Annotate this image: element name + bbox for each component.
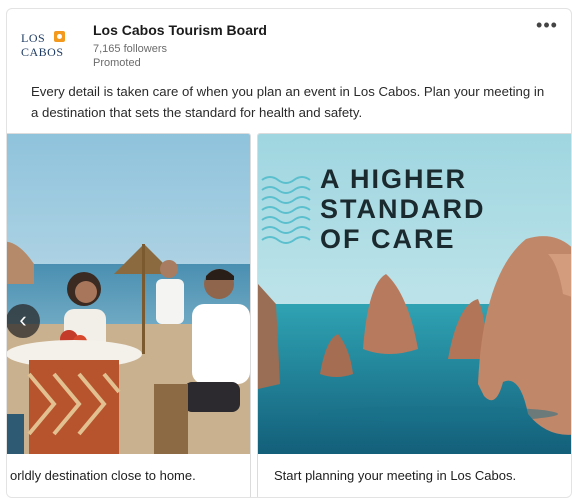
- headline-line-2: STANDARD: [320, 194, 486, 224]
- post-header: LOS CABOS Los Cabos Tourism Board 7,165 …: [7, 9, 571, 79]
- sun-icon: [54, 31, 65, 42]
- headline-line-3: OF CARE: [320, 224, 456, 254]
- sponsored-post-card: LOS CABOS Los Cabos Tourism Board 7,165 …: [6, 8, 572, 498]
- carousel-slide-2[interactable]: A HIGHER STANDARD OF CARE Start planning…: [257, 133, 571, 497]
- slide-2-caption[interactable]: Start planning your meeting in Los Cabos…: [258, 454, 571, 497]
- promoted-label: Promoted: [93, 57, 141, 69]
- slide-1-caption[interactable]: orldly destination close to home.: [7, 454, 250, 497]
- dining-photo: [7, 134, 250, 454]
- carousel-slide-1[interactable]: ‹ orldly destination close to home.: [7, 133, 251, 497]
- headline-line-1: A HIGHER: [320, 164, 468, 194]
- logo-line-2: CABOS: [21, 45, 64, 59]
- company-logo[interactable]: LOS CABOS: [21, 23, 71, 67]
- image-carousel: ‹ orldly destination close to home. A HI…: [7, 133, 571, 497]
- logo-line-1: LOS: [21, 31, 46, 45]
- more-options-icon[interactable]: •••: [533, 16, 561, 39]
- follower-count: 7,165 followers: [93, 43, 167, 55]
- slide-headline: A HIGHER STANDARD OF CARE: [320, 164, 486, 254]
- carousel-previous-button[interactable]: ‹: [7, 304, 40, 338]
- post-caption: Every detail is taken care of when you p…: [31, 84, 545, 120]
- company-name-link[interactable]: Los Cabos Tourism Board: [93, 22, 267, 38]
